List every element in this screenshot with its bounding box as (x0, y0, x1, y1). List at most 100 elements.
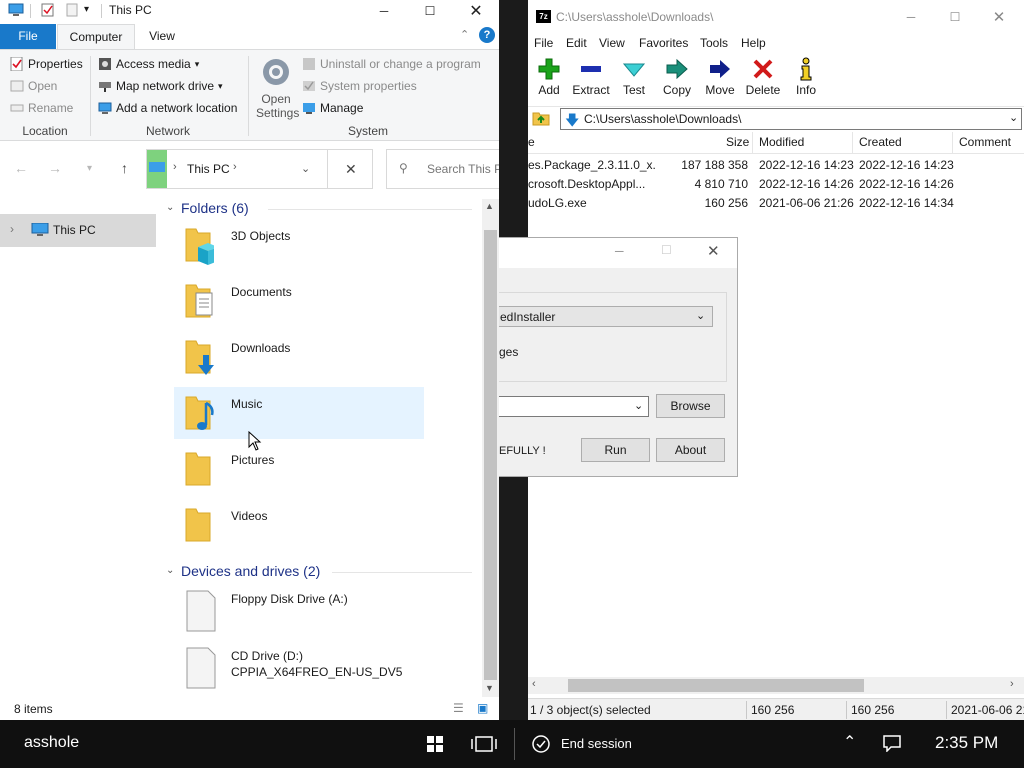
column-separator[interactable] (952, 132, 953, 154)
column-created[interactable]: Created (859, 135, 902, 149)
collapse-ribbon-icon[interactable]: ⌃ (460, 28, 469, 41)
properties-button[interactable]: Properties (10, 54, 83, 74)
properties-quick-icon[interactable] (40, 3, 56, 17)
clock[interactable]: 2:35 PM (935, 733, 998, 753)
installer-select[interactable]: edInstaller ⌄ (499, 306, 713, 327)
file-name: crosoft.DesktopAppl... (528, 177, 646, 191)
nav-item-this-pc[interactable]: › This PC (0, 214, 156, 247)
system-properties-button[interactable]: System properties (302, 76, 417, 96)
open-settings-button[interactable]: Open Settings (256, 54, 299, 120)
path-combobox[interactable]: ⌄ (499, 396, 649, 417)
column-name[interactable]: e (528, 135, 535, 149)
address-bar[interactable]: › This PC › ⌄ ✕ (146, 149, 373, 189)
devices-header[interactable]: Devices and drives (2) (181, 563, 320, 579)
move-button[interactable]: Move (699, 54, 741, 102)
maximize-button[interactable]: ☐ (661, 243, 672, 257)
column-comment[interactable]: Comment (959, 135, 1011, 149)
minimize-button[interactable]: ─ (888, 6, 934, 28)
manage-button[interactable]: Manage (302, 98, 363, 118)
folders-header[interactable]: Folders (6) (181, 200, 249, 216)
help-icon[interactable]: ? (479, 27, 495, 43)
breadcrumb-chevron-icon[interactable]: › (233, 161, 237, 173)
tab-view[interactable]: View (138, 24, 186, 49)
access-media-button[interactable]: Access media ▾ (98, 54, 199, 74)
scrollbar-thumb[interactable] (568, 679, 864, 692)
table-row[interactable]: crosoft.DesktopAppl... 4 810 710 2022-12… (528, 175, 1024, 194)
scroll-left-icon[interactable]: ‹ (532, 678, 536, 690)
path-input[interactable]: 🡇 C:\Users\asshole\Downloads\ ⌄ (560, 108, 1022, 130)
notifications-icon[interactable] (883, 735, 901, 752)
rename-button[interactable]: Rename (10, 98, 73, 118)
show-hidden-icons-icon[interactable]: ⌃ (843, 732, 856, 752)
folder-item-downloads[interactable]: Downloads (174, 331, 424, 383)
scroll-right-icon[interactable]: › (1010, 678, 1014, 690)
scroll-up-icon[interactable]: ▲ (485, 201, 494, 211)
end-session-button[interactable]: End session (532, 734, 652, 754)
tab-file[interactable]: File (0, 24, 56, 49)
uninstall-program-button[interactable]: Uninstall or change a program (302, 54, 481, 74)
run-button[interactable]: Run (581, 438, 650, 462)
address-dropdown-icon[interactable]: ⌄ (301, 162, 310, 175)
menu-edit[interactable]: Edit (566, 36, 587, 50)
add-button[interactable]: Add (528, 54, 570, 102)
open-button[interactable]: Open (10, 76, 57, 96)
add-network-location-button[interactable]: Add a network location (98, 98, 237, 118)
extract-button[interactable]: Extract (570, 54, 612, 102)
quick-access-dropdown-icon[interactable]: ▾ (84, 4, 89, 15)
column-size[interactable]: Size (726, 135, 749, 149)
breadcrumb-this-pc[interactable]: This PC (187, 162, 230, 176)
menu-tools[interactable]: Tools (700, 36, 728, 50)
menu-favorites[interactable]: Favorites (639, 36, 688, 50)
menu-help[interactable]: Help (741, 36, 766, 50)
folder-up-icon[interactable] (532, 110, 550, 126)
close-button[interactable]: ✕ (453, 0, 499, 22)
windows-start-icon[interactable] (427, 736, 443, 752)
drive-item-floppy[interactable]: Floppy Disk Drive (A:) (174, 586, 424, 634)
folder-item-3d-objects[interactable]: 3D Objects (174, 219, 424, 271)
tab-computer[interactable]: Computer (57, 24, 135, 49)
delete-button[interactable]: Delete (742, 54, 784, 102)
forward-arrow-icon[interactable]: → (48, 160, 62, 176)
menu-view[interactable]: View (599, 36, 625, 50)
large-icons-view-icon[interactable]: ▣ (477, 701, 488, 715)
collapse-chevron-icon[interactable]: ⌄ (166, 202, 174, 213)
column-separator[interactable] (752, 132, 753, 154)
about-button[interactable]: About (656, 438, 725, 462)
info-button[interactable]: Info (785, 54, 827, 102)
column-separator[interactable] (852, 132, 853, 154)
recent-locations-icon[interactable]: ▾ (87, 163, 92, 174)
details-view-icon[interactable]: ☰ (453, 701, 464, 715)
drive-item-cd[interactable]: CD Drive (D:) CPPIA_X64FREO_EN-US_DV5 (174, 643, 424, 691)
copy-button[interactable]: Copy (656, 54, 698, 102)
close-button[interactable]: ✕ (707, 242, 720, 260)
close-button[interactable]: ✕ (976, 6, 1022, 28)
maximize-button[interactable]: ☐ (932, 6, 978, 28)
expand-chevron-icon[interactable]: › (10, 222, 14, 236)
horizontal-scrollbar[interactable]: ‹ › (528, 677, 1024, 694)
maximize-button[interactable]: ☐ (407, 0, 453, 22)
minimize-button[interactable]: ─ (615, 244, 624, 258)
folder-item-pictures[interactable]: Pictures (174, 443, 424, 495)
new-folder-quick-icon[interactable] (64, 3, 80, 17)
folder-item-documents[interactable]: Documents (174, 275, 424, 327)
dropdown-arrow-icon[interactable]: ⌄ (634, 399, 643, 412)
table-row[interactable]: es.Package_2.3.11.0_x... 187 188 358 202… (528, 156, 1024, 175)
browse-button[interactable]: Browse (656, 394, 725, 418)
folder-item-videos[interactable]: Videos (174, 499, 424, 551)
table-row[interactable]: udoLG.exe 160 256 2021-06-06 21:26 2022-… (528, 194, 1024, 213)
menu-file[interactable]: File (534, 36, 553, 50)
back-arrow-icon[interactable]: ← (14, 160, 28, 176)
map-network-drive-button[interactable]: Map network drive ▾ (98, 76, 223, 96)
minimize-button[interactable]: ─ (361, 0, 407, 22)
path-dropdown-icon[interactable]: ⌄ (1009, 111, 1018, 124)
search-box[interactable]: ⚲ Search This PC (386, 149, 499, 189)
up-arrow-icon[interactable]: ↑ (121, 160, 128, 176)
collapse-chevron-icon[interactable]: ⌄ (166, 565, 174, 576)
test-button[interactable]: Test (613, 54, 655, 102)
task-view-icon[interactable] (471, 736, 497, 752)
folder-item-music[interactable]: Music (174, 387, 424, 439)
scrollbar-thumb[interactable] (484, 230, 497, 680)
clear-address-icon[interactable]: ✕ (345, 161, 357, 178)
scroll-down-icon[interactable]: ▼ (485, 683, 494, 693)
column-modified[interactable]: Modified (759, 135, 804, 149)
